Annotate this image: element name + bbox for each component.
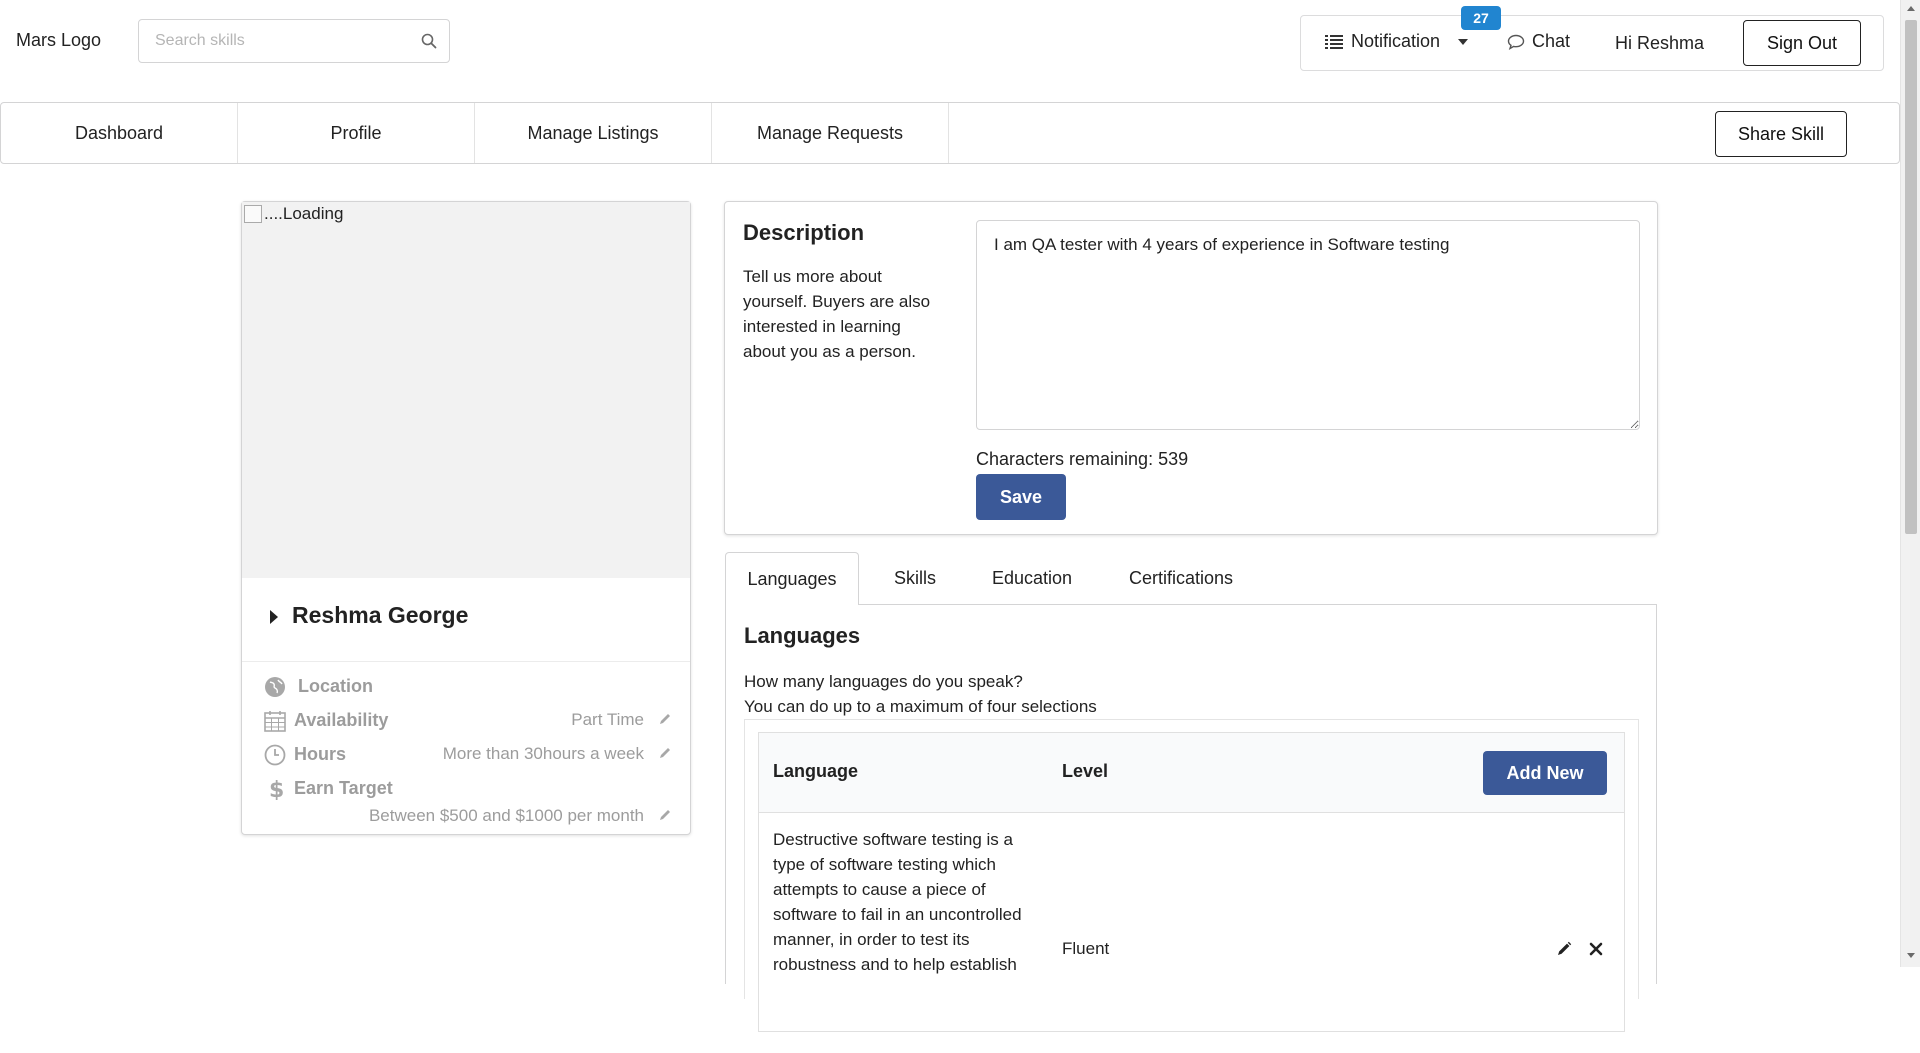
dollar-icon: $ [269,778,284,800]
earn-target-value-row: Between $500 and $1000 per month [242,804,690,834]
language-cell: Destructive software testing is a type o… [773,830,1022,974]
scroll-up-icon[interactable] [1907,6,1915,11]
search-input[interactable] [153,20,413,62]
user-menu-bar: Notification 27 Chat Hi Reshma Sign Out [1300,6,1884,71]
edit-language-icon[interactable] [1556,941,1572,957]
clock-icon [264,744,286,766]
list-icon [1325,34,1343,49]
edit-availability-icon[interactable] [658,712,672,726]
table-header: Language Level Add New [759,733,1624,813]
delete-language-icon[interactable] [1588,941,1604,957]
tab-skills[interactable]: Skills [865,552,965,604]
broken-image-icon [244,205,262,223]
description-card: Description Tell us more about yourself.… [724,201,1658,535]
location-row: Location [242,674,690,704]
earn-target-row: $ Earn Target [242,776,690,806]
languages-panel: Languages How many languages do you spea… [725,604,1657,1032]
nav-item-manage-requests[interactable]: Manage Requests [712,103,949,163]
add-new-language-button[interactable]: Add New [1483,751,1607,795]
hours-row: Hours More than 30hours a week [242,742,690,772]
languages-subtitle-1: How many languages do you speak? [744,672,1023,691]
chat-label: Chat [1532,31,1571,51]
globe-icon [265,677,285,697]
table-row: Destructive software testing is a type o… [759,813,1624,1053]
profile-photo[interactable]: ....Loading [242,202,690,578]
characters-remaining: Characters remaining: 539 [976,449,1189,469]
svg-text:$: $ [269,778,284,800]
availability-value: Part Time [571,710,644,729]
tab-languages[interactable]: Languages [725,552,859,605]
description-title: Description [743,220,865,245]
tab-certifications[interactable]: Certifications [1101,552,1261,604]
caret-down-icon [1458,38,1469,45]
tab-education[interactable]: Education [969,552,1095,604]
user-greeting: Hi Reshma [1615,33,1705,53]
scroll-down-icon[interactable] [1907,953,1915,958]
hours-value: More than 30hours a week [442,744,644,763]
profile-name-row[interactable]: Reshma George [242,578,690,662]
share-skill-button[interactable]: Share Skill [1715,111,1847,157]
sign-out-button[interactable]: Sign Out [1743,20,1861,66]
description-help: Tell us more about yourself. Buyers are … [743,267,931,361]
location-label: Location [298,676,373,696]
main-nav: Dashboard Profile Manage Listings Manage… [0,102,1900,164]
profile-card: ....Loading Reshma George Location Avail… [241,201,691,835]
languages-title: Languages [744,623,861,648]
site-logo[interactable]: Mars Logo [16,30,101,51]
earn-target-value: Between $500 and $1000 per month [368,806,644,825]
hours-label: Hours [294,744,347,764]
column-header-language: Language [773,761,859,781]
edit-hours-icon[interactable] [658,746,672,760]
column-header-level: Level [1062,761,1109,781]
profile-name: Reshma George [292,602,469,628]
chat-bubble-icon [1507,34,1525,50]
page-scrollbar[interactable] [1900,0,1920,967]
description-textarea[interactable]: I am QA tester with 4 years of experienc… [976,220,1640,430]
search-box[interactable] [138,19,450,63]
notification-count-badge: 27 [1461,6,1501,30]
calendar-icon [264,711,286,732]
caret-right-icon [270,610,278,624]
chat-link[interactable]: Chat [1507,31,1570,52]
search-icon[interactable] [421,33,437,49]
earn-target-label: Earn Target [294,778,393,798]
nav-item-dashboard[interactable]: Dashboard [1,103,238,163]
availability-row: Availability Part Time [242,708,690,738]
nav-item-manage-listings[interactable]: Manage Listings [475,103,712,163]
scrollbar-thumb[interactable] [1905,20,1917,534]
languages-subtitle-2: You can do up to a maximum of four selec… [744,697,1097,716]
languages-table-wrapper: Language Level Add New Destructive softw… [744,719,1639,1032]
notification-dropdown[interactable]: Notification [1325,31,1469,52]
nav-item-profile[interactable]: Profile [238,103,475,163]
languages-table: Language Level Add New Destructive softw… [758,732,1625,1032]
notification-label: Notification [1351,31,1441,51]
level-cell: Fluent [1062,939,1110,958]
edit-earn-target-icon[interactable] [658,808,672,822]
save-description-button[interactable]: Save [976,474,1066,520]
profile-photo-alt: ....Loading [264,204,344,223]
profile-tabs: Languages Skills Education Certification… [725,552,1657,605]
top-bar: Mars Logo Notification 27 Chat Hi Resh [0,0,1900,95]
availability-label: Availability [294,710,389,730]
